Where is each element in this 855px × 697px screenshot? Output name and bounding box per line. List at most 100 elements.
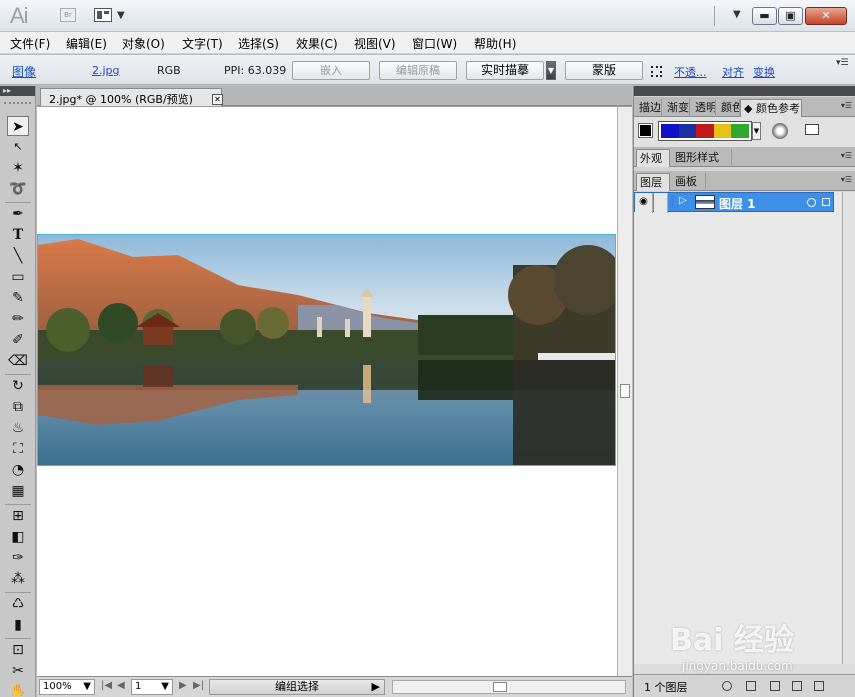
artboard-dropdown-icon[interactable]: ▼: [161, 680, 169, 694]
gradient-tool-icon[interactable]: ◧: [7, 527, 29, 547]
harmony-color-group[interactable]: [658, 121, 752, 141]
lock-toggle[interactable]: [654, 193, 668, 213]
harmony-swatch-0[interactable]: [661, 124, 679, 138]
status-field[interactable]: 编组选择 ▶: [209, 679, 385, 695]
make-clipping-mask-icon[interactable]: [746, 681, 756, 691]
locate-object-icon[interactable]: [722, 681, 732, 691]
tab-transparency[interactable]: 透明: [692, 99, 716, 117]
tab-graphic-styles[interactable]: 图形样式: [672, 149, 732, 167]
tools-grip[interactable]: [4, 102, 31, 110]
placed-image[interactable]: [37, 234, 616, 466]
menu-effect[interactable]: 效果(C): [296, 35, 338, 52]
scale-tool-icon[interactable]: ⧉: [7, 397, 29, 417]
layer-name[interactable]: 图层 1: [719, 195, 756, 212]
crop-marks-icon[interactable]: [651, 66, 662, 77]
document-tab[interactable]: 2.jpg* @ 100% (RGB/预览) ✕: [40, 88, 223, 106]
arrange-dropdown-icon[interactable]: ▼: [117, 10, 125, 21]
mesh-tool-icon[interactable]: ⊞: [7, 506, 29, 526]
menu-window[interactable]: 窗口(W): [412, 35, 457, 52]
new-sublayer-icon[interactable]: [770, 681, 780, 691]
tab-stroke[interactable]: 描边: [636, 99, 662, 117]
blend-tool-icon[interactable]: ⁂: [7, 569, 29, 589]
menu-object[interactable]: 对象(O): [122, 35, 165, 52]
tab-color[interactable]: 颜色: [718, 99, 740, 117]
shape-builder-tool-icon[interactable]: ◔: [7, 460, 29, 480]
transform-link[interactable]: 变换: [753, 64, 775, 80]
horizontal-scrollbar[interactable]: [392, 680, 626, 694]
free-transform-tool-icon[interactable]: ⛶: [7, 439, 29, 459]
harmony-swatch-2[interactable]: [696, 124, 714, 138]
zoom-field[interactable]: 100% ▼: [39, 679, 95, 695]
zoom-dropdown-icon[interactable]: ▼: [83, 680, 91, 694]
pencil-tool-icon[interactable]: ✏: [7, 309, 29, 329]
maximize-button[interactable]: ▣: [778, 7, 803, 25]
pen-tool-icon[interactable]: ✒: [7, 204, 29, 224]
bridge-icon[interactable]: Br: [60, 8, 76, 22]
harmony-rules-dropdown[interactable]: ▼: [752, 122, 761, 140]
menu-help[interactable]: 帮助(H): [474, 35, 516, 52]
save-color-group-icon[interactable]: [805, 124, 819, 135]
layers-hscrollbar[interactable]: [634, 664, 855, 674]
menu-edit[interactable]: 编辑(E): [66, 35, 107, 52]
hand-tool-icon[interactable]: ✋: [7, 682, 29, 696]
status-arrow-icon[interactable]: ▶: [372, 680, 380, 694]
artboard-number-field[interactable]: 1 ▼: [131, 679, 173, 695]
perspective-grid-tool-icon[interactable]: ▦: [7, 481, 29, 501]
harmony-swatch-4[interactable]: [731, 124, 749, 138]
type-tool-icon[interactable]: T: [7, 225, 29, 245]
edit-colors-icon[interactable]: [772, 123, 788, 139]
first-artboard-icon[interactable]: |◀: [101, 680, 112, 691]
tab-appearance[interactable]: 外观: [636, 149, 670, 167]
tools-collapse-icon[interactable]: ▸▸: [0, 86, 35, 96]
live-trace-button[interactable]: 实时描摹: [466, 61, 544, 80]
visibility-eye-icon[interactable]: ◉: [635, 193, 653, 213]
linked-file-link[interactable]: 2.jpg: [92, 64, 120, 77]
expand-layer-icon[interactable]: ▷: [679, 195, 687, 206]
tab-layers[interactable]: 图层: [636, 173, 670, 191]
object-type-label[interactable]: 图像: [12, 63, 36, 80]
arrange-documents-icon[interactable]: [94, 8, 112, 22]
paintbrush-tool-icon[interactable]: ✎: [7, 288, 29, 308]
opacity-link[interactable]: 不透...: [674, 64, 707, 80]
artboard-canvas[interactable]: [37, 107, 617, 676]
appearance-menu-icon[interactable]: ▾☰: [841, 151, 852, 160]
tab-gradient[interactable]: 渐变: [664, 99, 690, 117]
layers-scrollbar[interactable]: [842, 192, 855, 664]
slice-tool-icon[interactable]: ✂: [7, 661, 29, 681]
line-tool-icon[interactable]: ╲: [7, 246, 29, 266]
align-link[interactable]: 对齐: [722, 64, 744, 80]
mask-button[interactable]: 蒙版: [565, 61, 643, 80]
direct-selection-tool-icon[interactable]: ↖: [7, 137, 29, 157]
magic-wand-tool-icon[interactable]: ✶: [7, 158, 29, 178]
workspace-dropdown-icon[interactable]: ▼: [733, 9, 741, 20]
close-tab-icon[interactable]: ✕: [212, 94, 223, 105]
prev-artboard-icon[interactable]: ◀: [117, 680, 125, 691]
selection-indicator-icon[interactable]: [822, 198, 830, 206]
menu-select[interactable]: 选择(S): [238, 35, 279, 52]
harmony-swatch-1[interactable]: [678, 124, 697, 138]
eraser-tool-icon[interactable]: ⌫: [7, 351, 29, 371]
close-button[interactable]: ✕: [805, 7, 847, 25]
layer-row[interactable]: ◉ ▷ 图层 1: [634, 192, 834, 213]
edit-original-button[interactable]: 编辑原稿: [379, 61, 457, 80]
vertical-scrollbar[interactable]: [617, 107, 632, 676]
current-color-swatch[interactable]: [638, 123, 653, 138]
selection-tool-icon[interactable]: ➤: [7, 116, 29, 136]
symbol-sprayer-tool-icon[interactable]: ♺: [7, 594, 29, 614]
color-guide-menu-icon[interactable]: ▾☰: [841, 101, 852, 110]
target-icon[interactable]: [807, 198, 816, 207]
tab-color-guide[interactable]: ◆ 颜色参考: [740, 99, 802, 117]
tab-artboards[interactable]: 画板: [672, 173, 706, 191]
vertical-scroll-thumb[interactable]: [620, 384, 630, 398]
menu-type[interactable]: 文字(T): [182, 35, 223, 52]
next-artboard-icon[interactable]: ▶: [179, 680, 187, 691]
tracing-presets-dropdown[interactable]: ▼: [546, 61, 556, 80]
harmony-swatch-3[interactable]: [713, 124, 732, 138]
minimize-button[interactable]: ▬: [752, 7, 777, 25]
rotate-tool-icon[interactable]: ↻: [7, 376, 29, 396]
panel-dock-header[interactable]: [634, 86, 855, 96]
horizontal-scroll-thumb[interactable]: [493, 682, 507, 692]
menu-file[interactable]: 文件(F): [10, 35, 50, 52]
control-panel-menu-icon[interactable]: ▾☰: [836, 58, 849, 68]
embed-button[interactable]: 嵌入: [292, 61, 370, 80]
